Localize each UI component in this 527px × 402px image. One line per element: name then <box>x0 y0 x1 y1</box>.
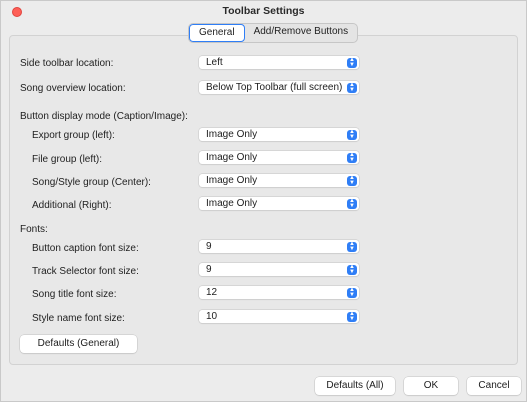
chevron-up-down-icon: ▲ ▼ <box>347 287 357 298</box>
cancel-button[interactable]: Cancel <box>467 377 521 395</box>
button-caption-font-size-label: Button caption font size: <box>32 243 139 254</box>
song-style-group-label: Song/Style group (Center): <box>32 177 151 188</box>
button-caption-font-size-value: 9 <box>206 241 212 252</box>
close-icon[interactable] <box>12 7 22 17</box>
track-selector-font-size-value: 9 <box>206 264 212 275</box>
chevron-up-down-icon: ▲ ▼ <box>347 82 357 93</box>
file-group-value: Image Only <box>206 152 258 163</box>
file-group-label: File group (left): <box>32 154 103 165</box>
export-group-label: Export group (left): <box>32 130 115 141</box>
style-name-font-size-value: 10 <box>206 311 218 322</box>
toolbar-settings-window: Toolbar Settings General Add/Remove Butt… <box>0 0 527 402</box>
side-toolbar-location-value: Left <box>206 57 223 68</box>
chevron-up-down-icon: ▲ ▼ <box>347 152 357 163</box>
window-title: Toolbar Settings <box>222 5 305 17</box>
chevron-up-down-icon: ▲ ▼ <box>347 57 357 68</box>
chevron-up-down-icon: ▲ ▼ <box>347 198 357 209</box>
track-selector-font-size-label: Track Selector font size: <box>32 266 139 277</box>
additional-group-label: Additional (Right): <box>32 200 112 211</box>
fonts-heading: Fonts: <box>20 224 48 235</box>
style-name-font-size-select[interactable]: 10 ▲ ▼ <box>199 310 359 323</box>
song-title-font-size-value: 12 <box>206 287 218 298</box>
export-group-value: Image Only <box>206 129 258 140</box>
title-bar: Toolbar Settings <box>1 1 526 21</box>
export-group-select[interactable]: Image Only ▲ ▼ <box>199 128 359 141</box>
tab-bar: General Add/Remove Buttons <box>188 23 359 43</box>
button-caption-font-size-select[interactable]: 9 ▲ ▼ <box>199 240 359 253</box>
side-toolbar-location-label: Side toolbar location: <box>20 58 114 69</box>
chevron-up-down-icon: ▲ ▼ <box>347 241 357 252</box>
style-name-font-size-label: Style name font size: <box>32 313 125 324</box>
song-overview-location-label: Song overview location: <box>20 83 126 94</box>
defaults-all-button[interactable]: Defaults (All) <box>315 377 395 395</box>
chevron-up-down-icon: ▲ ▼ <box>347 175 357 186</box>
song-overview-location-select[interactable]: Below Top Toolbar (full screen) ▲ ▼ <box>199 81 359 94</box>
chevron-up-down-icon: ▲ ▼ <box>347 129 357 140</box>
song-style-group-value: Image Only <box>206 175 258 186</box>
additional-group-value: Image Only <box>206 198 258 209</box>
tab-add-remove-buttons[interactable]: Add/Remove Buttons <box>245 24 357 42</box>
button-display-mode-heading: Button display mode (Caption/Image): <box>20 111 188 122</box>
song-title-font-size-select[interactable]: 12 ▲ ▼ <box>199 286 359 299</box>
tab-general[interactable]: General <box>189 24 245 42</box>
file-group-select[interactable]: Image Only ▲ ▼ <box>199 151 359 164</box>
additional-group-select[interactable]: Image Only ▲ ▼ <box>199 197 359 210</box>
side-toolbar-location-select[interactable]: Left ▲ ▼ <box>199 56 359 69</box>
song-title-font-size-label: Song title font size: <box>32 289 117 300</box>
song-overview-location-value: Below Top Toolbar (full screen) <box>206 82 343 93</box>
ok-button[interactable]: OK <box>404 377 458 395</box>
chevron-up-down-icon: ▲ ▼ <box>347 264 357 275</box>
defaults-general-button[interactable]: Defaults (General) <box>20 335 137 353</box>
chevron-up-down-icon: ▲ ▼ <box>347 311 357 322</box>
song-style-group-select[interactable]: Image Only ▲ ▼ <box>199 174 359 187</box>
track-selector-font-size-select[interactable]: 9 ▲ ▼ <box>199 263 359 276</box>
